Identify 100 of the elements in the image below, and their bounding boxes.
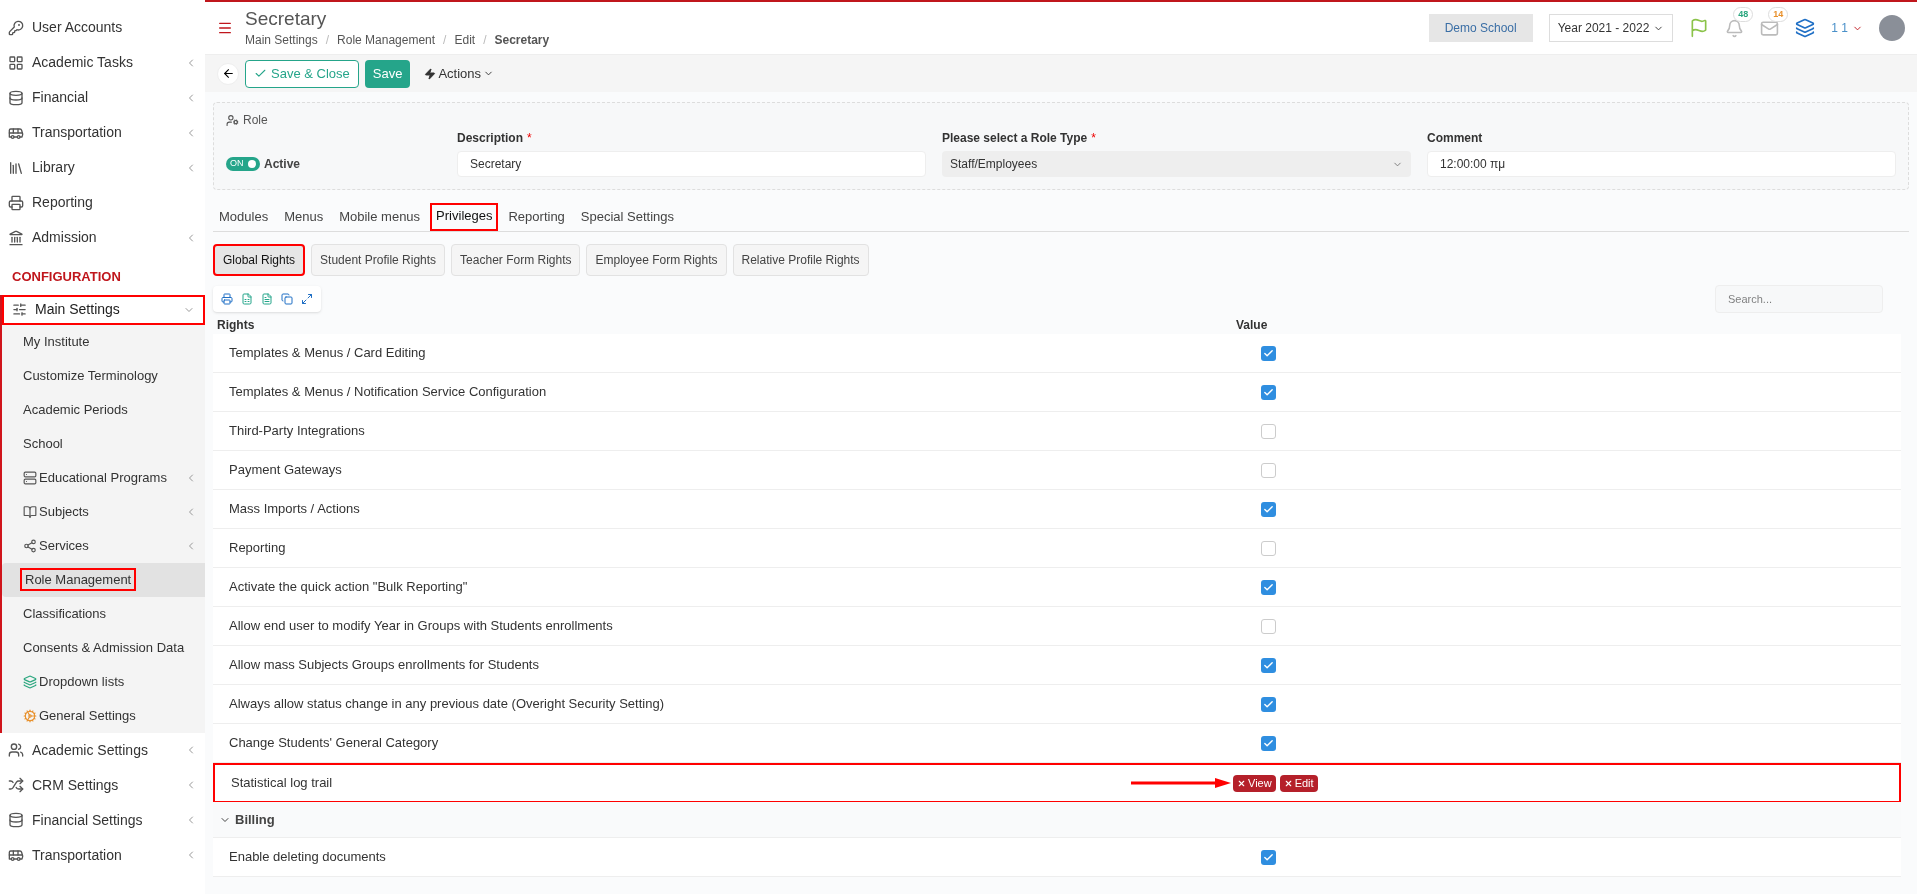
right-name: Templates & Menus / Notification Service Configuration — [228, 383, 548, 402]
tab[interactable]: Menus — [278, 203, 330, 231]
mail-icon[interactable] — [1760, 18, 1780, 38]
subtab[interactable]: Employee Form Rights — [586, 244, 727, 276]
submenu-item[interactable]: Customize Terminology — [2, 358, 205, 393]
document-icon[interactable] — [261, 293, 273, 305]
checkbox[interactable] — [1261, 384, 1276, 400]
right-name: Statistical log trail — [230, 774, 334, 793]
submenu-item[interactable]: Subjects — [2, 494, 205, 529]
user-gear-icon — [226, 113, 239, 127]
sidebar-item[interactable]: Financial Settings — [0, 802, 205, 838]
copy-icon[interactable] — [281, 293, 293, 305]
menu-icon[interactable] — [217, 20, 233, 36]
checkbox[interactable] — [1261, 696, 1276, 712]
checkbox[interactable] — [1261, 345, 1276, 361]
menu-item-icon — [8, 847, 24, 863]
checkbox[interactable] — [1261, 657, 1276, 673]
subtab[interactable]: Teacher Form Rights — [451, 244, 581, 276]
sidebar-item[interactable]: Financial — [0, 80, 205, 115]
right-name: Change Students' General Category — [228, 734, 440, 753]
description-field[interactable]: Secretary — [457, 151, 926, 177]
actions-button[interactable]: Actions — [416, 59, 503, 88]
breadcrumb-item[interactable]: Role Management — [337, 31, 436, 49]
subtab[interactable]: Relative Profile Rights — [732, 244, 869, 276]
submenu-icon — [23, 504, 37, 519]
submenu-item[interactable]: Academic Periods — [2, 392, 205, 427]
bell-icon[interactable] — [1725, 18, 1745, 38]
checkmark-icon — [1263, 503, 1274, 515]
right-name: Enable deleting documents — [228, 848, 387, 867]
tag[interactable]: View — [1233, 774, 1276, 792]
checkbox[interactable] — [1261, 849, 1276, 865]
school-button[interactable]: Demo School — [1428, 14, 1533, 42]
checkbox[interactable] — [1261, 501, 1276, 517]
right-name: Allow end user to modify Year in Groups with Students enrollments — [228, 617, 614, 636]
submenu-item[interactable]: Classifications — [2, 596, 205, 631]
submenu-item[interactable]: School — [2, 426, 205, 461]
status-label: Active — [264, 156, 301, 173]
section-heading: CONFIGURATION — [11, 268, 122, 286]
submenu-icon — [23, 470, 37, 485]
avatar[interactable] — [1879, 15, 1905, 41]
right-name: Always allow status change in any previous date (Overight Security Setting) — [228, 695, 665, 714]
submenu-item[interactable]: Dropdown lists — [2, 664, 205, 699]
required-mark: * — [527, 130, 532, 147]
submenu-item[interactable]: Services — [2, 528, 205, 563]
sidebar-group[interactable]: Main Settings — [2, 294, 205, 325]
layers-icon[interactable] — [1795, 18, 1816, 38]
remove-icon[interactable] — [1283, 778, 1293, 788]
checkbox[interactable] — [1261, 462, 1276, 478]
menu-item-icon — [8, 159, 24, 176]
subtab[interactable]: Student Profile Rights — [311, 244, 446, 276]
checkbox[interactable] — [1261, 579, 1276, 595]
checkbox[interactable] — [1261, 735, 1276, 751]
sidebar-item[interactable]: Reporting — [0, 185, 205, 220]
submenu-item[interactable]: Role Management — [2, 562, 205, 597]
sidebar-item[interactable]: Academic Tasks — [0, 45, 205, 80]
comment-field[interactable]: 12:00:00 πμ — [1427, 151, 1896, 177]
tab[interactable]: Special Settings — [574, 203, 681, 231]
right-name: Templates & Menus / Card Editing — [228, 344, 427, 363]
sidebar-item[interactable]: Library — [0, 150, 205, 185]
sidebar-item[interactable]: Transportation — [0, 837, 205, 873]
breadcrumb-separator: / — [482, 32, 488, 49]
back-button[interactable] — [217, 62, 239, 85]
sidebar-item[interactable]: Admission — [0, 220, 205, 255]
tag[interactable]: Edit — [1279, 774, 1318, 792]
subtab[interactable]: Global Rights — [213, 244, 306, 276]
tab[interactable]: Reporting — [502, 203, 571, 231]
checkmark-icon — [1263, 737, 1274, 749]
spreadsheet-icon[interactable] — [241, 293, 253, 305]
print-icon[interactable] — [221, 293, 233, 305]
breadcrumb-item[interactable]: Edit — [454, 31, 476, 49]
submenu-item[interactable]: My Institute — [2, 324, 205, 359]
expand-icon[interactable] — [301, 293, 313, 305]
submenu-item[interactable]: Educational Programs — [2, 460, 205, 495]
breadcrumb-item: Secretary — [494, 32, 550, 49]
checkbox[interactable] — [1261, 423, 1276, 439]
year-select[interactable]: Year 2021 - 2022 — [1548, 14, 1674, 42]
submenu-item[interactable]: Consents & Admission Data — [2, 630, 205, 665]
menu-item-icon — [8, 54, 24, 71]
submenu-item[interactable]: General Settings — [2, 698, 205, 733]
check-icon — [254, 67, 267, 80]
breadcrumb-item[interactable]: Main Settings — [245, 31, 318, 49]
submenu-icon — [23, 674, 37, 689]
sidebar-item[interactable]: Transportation — [0, 115, 205, 150]
card-legend: Role — [243, 111, 268, 129]
search-field[interactable]: Search... — [1715, 285, 1883, 313]
tab[interactable]: Mobile menus — [333, 203, 427, 231]
tab[interactable]: Privileges — [430, 203, 499, 231]
sidebar-item[interactable]: Academic Settings — [0, 732, 205, 768]
submenu-icon — [23, 708, 37, 723]
role-type-select[interactable]: Staff/Employees — [942, 151, 1411, 177]
sidebar-item[interactable]: CRM Settings — [0, 767, 205, 803]
checkmark-icon — [1263, 659, 1274, 671]
remove-icon[interactable] — [1237, 778, 1246, 788]
flag-icon[interactable] — [1689, 18, 1710, 38]
right-name: Third-Party Integrations — [228, 422, 366, 441]
checkbox[interactable] — [1261, 540, 1276, 556]
tab[interactable]: Modules — [213, 203, 275, 231]
sidebar-item[interactable]: User Accounts — [0, 10, 205, 45]
field-label: Please select a Role Type — [942, 130, 1088, 147]
checkbox[interactable] — [1261, 618, 1276, 634]
